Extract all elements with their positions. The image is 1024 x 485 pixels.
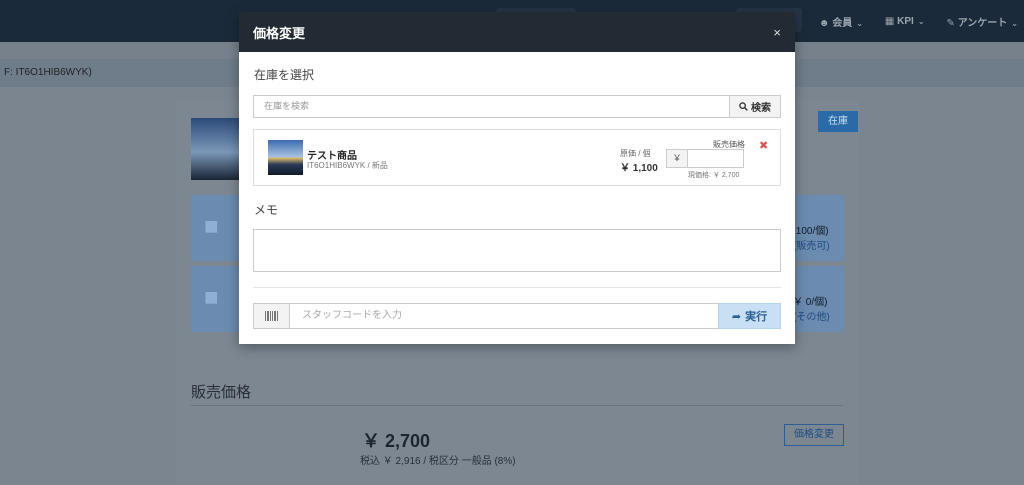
chevron-down-icon: ⌄ <box>1011 18 1018 28</box>
stat-value: ,100/個) <box>793 226 829 237</box>
memo-textarea[interactable] <box>253 229 781 272</box>
barcode-icon <box>253 303 290 329</box>
remove-icon[interactable]: ✖ <box>759 139 768 152</box>
stock-search-input[interactable]: 在庫を検索 <box>253 95 729 118</box>
cost-label: 原価 / 個 <box>620 149 651 158</box>
stat-link[interactable]: (販売可) <box>793 237 830 252</box>
execute-button-label: 実行 <box>745 311 768 323</box>
currency-addon: ￥ <box>666 149 688 168</box>
product-image <box>191 118 239 180</box>
current-price: 現価格: ￥ 2,700 <box>688 172 740 179</box>
close-icon[interactable]: × <box>773 25 781 40</box>
staff-code-input[interactable]: スタッフコードを入力 <box>290 303 718 329</box>
stat-value: ￥ 0/個) <box>793 297 828 308</box>
nav-menu: ☻ 会員 ⌄ ▦ KPI ⌄ ✎ アンケート ⌄ <box>819 0 1018 42</box>
price-section-heading: 販売価格 <box>191 384 252 401</box>
modal-header: 価格変更 × <box>239 12 795 52</box>
item-thumbnail <box>268 140 303 175</box>
stock-item-row: テスト商品 IT6O1HIB6WYK / 新品 原価 / 個 ￥ 1,100 販… <box>253 129 781 186</box>
cubes-icon: ■ <box>204 213 219 240</box>
modal-title: 価格変更 <box>253 25 306 41</box>
share-arrow-icon: ➦ <box>731 310 742 323</box>
execute-button[interactable]: ➦ 実行 <box>718 303 781 329</box>
sale-price-input[interactable] <box>688 149 744 168</box>
cost-value: ￥ 1,100 <box>620 163 658 174</box>
divider <box>191 405 843 406</box>
nav-item-members[interactable]: ☻ 会員 ⌄ <box>819 14 863 29</box>
search-button-label: 検索 <box>751 103 771 114</box>
stock-search: 在庫を検索 検索 <box>253 95 781 118</box>
stock-section-label: 在庫を選択 <box>254 68 315 82</box>
search-icon <box>739 102 748 111</box>
cubes-icon: ■ <box>204 284 219 311</box>
price-value: ￥ 2,700 <box>362 431 431 451</box>
price-tax-info: 税込 ￥ 2,916 / 税区分 一般品 (8%) <box>360 456 516 467</box>
memo-label: メモ <box>254 203 279 217</box>
nav-item-survey[interactable]: ✎ アンケート ⌄ <box>947 14 1018 29</box>
price-change-button[interactable]: 価格変更 <box>784 424 844 446</box>
divider <box>253 287 781 288</box>
search-button[interactable]: 検索 <box>729 95 781 118</box>
stat-link[interactable]: (その他) <box>793 308 830 323</box>
staff-code-group: スタッフコードを入力 ➦ 実行 <box>253 303 781 329</box>
item-code: IT6O1HIB6WYK / 新品 <box>307 161 388 170</box>
user-icon: ☻ <box>818 17 830 29</box>
bar-chart-icon: ▦ <box>884 15 895 27</box>
chevron-down-icon: ⌄ <box>856 18 863 28</box>
sale-price-field: ￥ <box>666 149 744 168</box>
price-change-modal: 価格変更 × 在庫を選択 在庫を検索 検索 テスト商品 IT6O1HIB6WYK… <box>239 12 795 344</box>
stock-tag: 在庫 <box>818 111 858 132</box>
chevron-down-icon: ⌄ <box>917 16 925 26</box>
edit-icon: ✎ <box>946 17 955 29</box>
nav-item-kpi[interactable]: ▦ KPI ⌄ <box>885 16 925 27</box>
